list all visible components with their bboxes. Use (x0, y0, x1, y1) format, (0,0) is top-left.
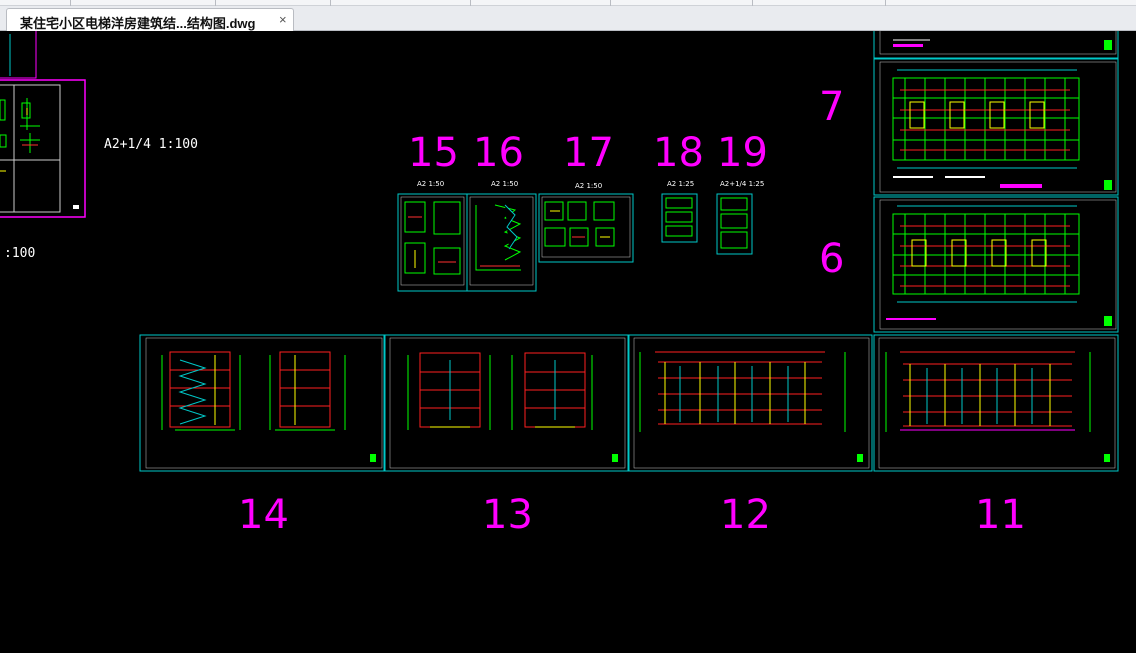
sheet-8-partial[interactable] (873, 31, 1119, 59)
ribbon-bottom-edge (0, 0, 1136, 6)
sheet-number-11: 11 (975, 492, 1026, 538)
sheet-number-16: 16 (473, 130, 524, 176)
sheet-number-18: 18 (653, 130, 704, 176)
sheet-15[interactable] (397, 193, 468, 292)
drawing-canvas[interactable]: A2+1/4 1:100 :100 A2 1:50 A2 1:50 A2 1:5… (0, 31, 1136, 653)
scale-note-left: :100 (4, 246, 35, 261)
sheet-18[interactable] (661, 193, 698, 243)
sheet-15-scale: A2 1:50 (417, 180, 444, 188)
sheet-number-15: 15 (408, 130, 459, 176)
sheet-18-scale: A2 1:25 (667, 180, 694, 188)
sheet-number-6: 6 (819, 236, 844, 282)
model-space[interactable]: A2+1/4 1:100 :100 A2 1:50 A2 1:50 A2 1:5… (0, 31, 1136, 653)
sheet-number-12: 12 (720, 492, 771, 538)
sheet-11[interactable] (873, 334, 1119, 472)
sheet-14[interactable] (139, 334, 385, 472)
sheet-17-scale: A2 1:50 (575, 182, 602, 190)
sheet-number-17: 17 (563, 130, 614, 176)
sheet-number-19: 19 (717, 130, 768, 176)
sheet-19-scale: A2+1/4 1:25 (720, 180, 764, 188)
scale-note-main: A2+1/4 1:100 (104, 137, 198, 152)
document-tab[interactable]: 某住宅小区电梯洋房建筑结...结构图.dwg × (6, 8, 294, 31)
close-tab-icon[interactable]: × (279, 12, 287, 27)
sheet-19[interactable] (716, 193, 753, 255)
sheet-6[interactable] (873, 196, 1119, 333)
sheet-number-13: 13 (482, 492, 533, 538)
sheet-17[interactable] (538, 193, 634, 263)
document-tab-bar: 某住宅小区电梯洋房建筑结...结构图.dwg × (0, 0, 1136, 31)
left-partial-sheet (0, 31, 86, 218)
sheet-16[interactable] (466, 193, 537, 292)
document-tab-title: 某住宅小区电梯洋房建筑结...结构图.dwg (20, 16, 256, 31)
sheet-number-7: 7 (819, 84, 844, 130)
sheet-7[interactable] (873, 58, 1119, 196)
sheet-16-scale: A2 1:50 (491, 180, 518, 188)
sheet-12[interactable] (628, 334, 873, 472)
sheet-number-14: 14 (238, 492, 289, 538)
sheet-13[interactable] (384, 334, 629, 472)
